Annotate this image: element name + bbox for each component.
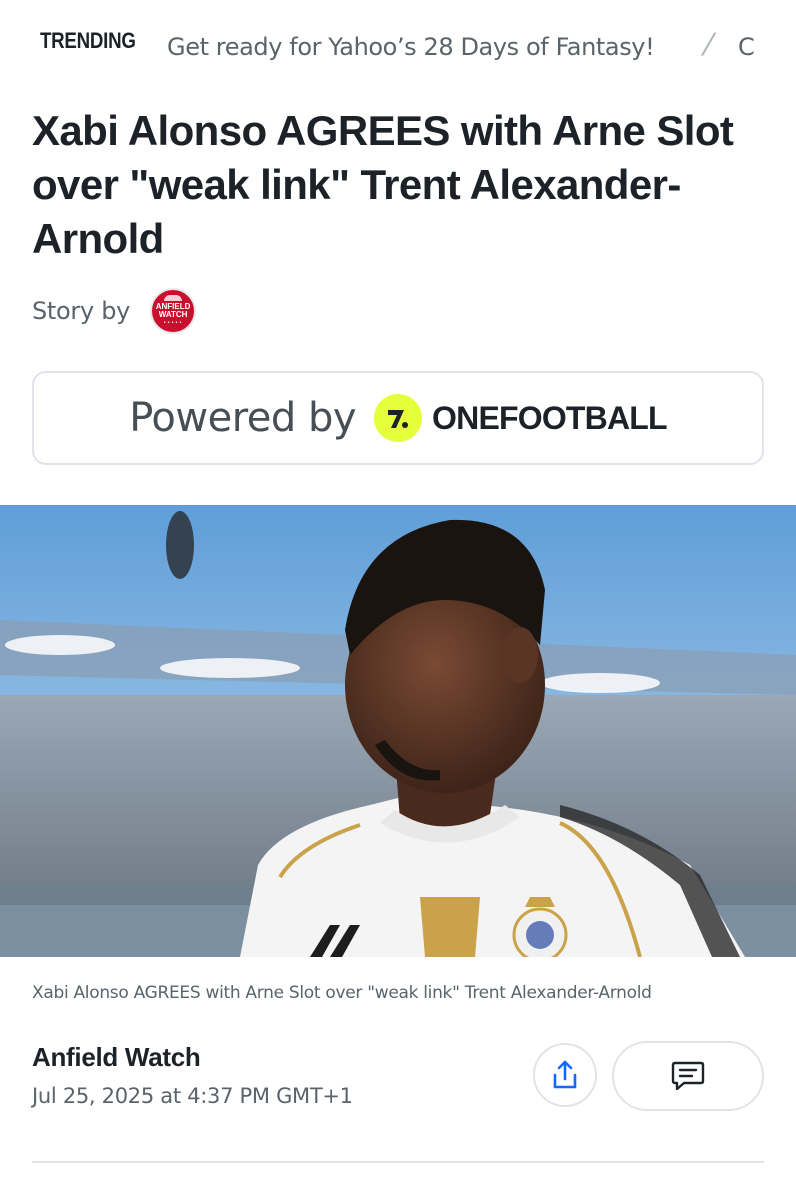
author-name[interactable]: Anfield Watch: [32, 1042, 201, 1073]
publish-date: Jul 25, 2025 at 4:37 PM GMT+1: [32, 1084, 353, 1108]
trending-bar: TRENDING Get ready for Yahoo’s 28 Days o…: [0, 0, 796, 86]
comments-button[interactable]: [612, 1041, 764, 1111]
trending-separator: /: [699, 27, 718, 60]
logo-crest-top: [164, 295, 183, 301]
logo-line: WATCH: [158, 310, 188, 319]
article-hero-image: [0, 505, 796, 957]
trending-label: TRENDING: [40, 28, 136, 53]
story-by-label: Story by: [32, 297, 131, 325]
onefootball-brand: ONEFOOTBALL: [432, 399, 668, 436]
powered-by-banner[interactable]: Powered by ONEFOOTBALL: [32, 371, 764, 465]
article-headline: Xabi Alonso AGREES with Arne Slot over "…: [32, 107, 734, 262]
comment-icon: [671, 1061, 705, 1091]
anfield-watch-logo[interactable]: ANFIELD WATCH •••••: [150, 288, 197, 334]
section-divider: [32, 1161, 764, 1163]
trending-item[interactable]: Get ready for Yahoo’s 28 Days of Fantasy…: [167, 33, 655, 61]
story-byline: Story by ANFIELD WATCH •••••: [32, 288, 197, 334]
onefootball-icon: [374, 394, 423, 442]
image-caption: Xabi Alonso AGREES with Arne Slot over "…: [32, 983, 652, 1003]
logo-stars: •••••: [163, 320, 183, 326]
powered-by-label: Powered by: [129, 395, 357, 441]
trending-item[interactable]: C: [738, 33, 755, 61]
share-icon: [553, 1060, 577, 1089]
share-button[interactable]: [533, 1043, 597, 1107]
